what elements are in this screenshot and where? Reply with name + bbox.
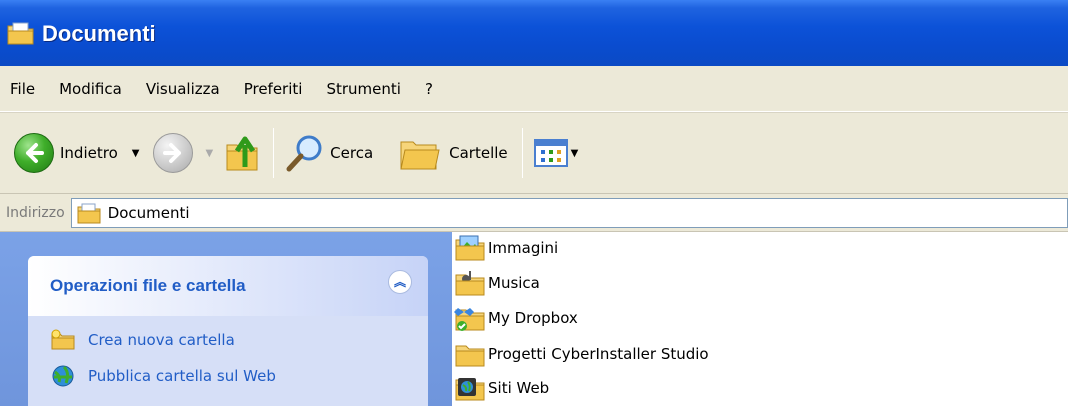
list-item[interactable]: Musica	[454, 267, 540, 299]
websites-folder-icon	[454, 374, 486, 402]
folders-button[interactable]: Cartelle	[397, 132, 508, 174]
toolbar-separator	[521, 128, 523, 178]
menu-strumenti[interactable]: Strumenti	[326, 77, 400, 101]
pictures-folder-icon	[454, 234, 486, 262]
menu-modifica[interactable]: Modifica	[59, 77, 122, 101]
task-panel-header[interactable]: Operazioni file e cartella ︽	[28, 256, 428, 316]
file-name: My Dropbox	[488, 309, 578, 327]
list-item[interactable]: Progetti CyberInstaller Studio	[454, 338, 709, 370]
documents-folder-icon	[6, 20, 36, 46]
dropbox-folder-icon	[454, 304, 486, 332]
task-link-label: Pubblica cartella sul Web	[88, 367, 276, 385]
list-item[interactable]: Siti Web	[454, 372, 549, 404]
task-pane: Operazioni file e cartella ︽ Crea nuova …	[0, 232, 452, 406]
address-field[interactable]: Documenti	[70, 197, 1068, 228]
task-link-label: Crea nuova cartella	[88, 331, 235, 349]
menu-file[interactable]: File	[10, 77, 35, 101]
music-folder-icon	[454, 269, 486, 297]
file-name: Musica	[488, 274, 540, 292]
forward-button[interactable]	[153, 133, 194, 173]
up-folder-button[interactable]	[223, 131, 263, 175]
back-arrow-icon	[14, 133, 54, 173]
menu-preferiti[interactable]: Preferiti	[244, 77, 303, 101]
menu-help[interactable]: ?	[425, 77, 433, 101]
task-panel-title: Operazioni file e cartella	[50, 276, 246, 295]
search-button[interactable]: Cerca	[284, 132, 373, 174]
views-button[interactable]: ▼	[533, 137, 579, 169]
address-label: Indirizzo	[6, 204, 65, 221]
folder-icon	[454, 340, 486, 368]
views-icon	[533, 137, 569, 169]
views-dropdown-icon[interactable]: ▼	[571, 148, 579, 159]
back-dropdown-icon[interactable]: ▼	[132, 148, 140, 159]
forward-dropdown-icon[interactable]: ▼	[205, 148, 213, 159]
task-link-new-folder[interactable]: Crea nuova cartella	[50, 322, 428, 358]
address-value: Documenti	[107, 203, 190, 222]
task-link-publish-web[interactable]: Pubblica cartella sul Web	[50, 358, 428, 394]
menu-visualizza[interactable]: Visualizza	[146, 77, 220, 101]
search-label: Cerca	[330, 144, 374, 162]
new-folder-icon	[50, 329, 76, 351]
address-bar: Indirizzo Documenti	[0, 194, 1068, 232]
back-button[interactable]: Indietro	[14, 133, 118, 173]
file-list: Immagini Musica My Dropbox Progetti Cybe…	[452, 232, 1068, 406]
forward-arrow-icon	[153, 133, 194, 173]
title-bar[interactable]: Documenti	[0, 0, 1068, 66]
list-item[interactable]: My Dropbox	[454, 302, 578, 334]
file-name: Siti Web	[488, 379, 550, 397]
documents-folder-icon	[76, 201, 102, 225]
folders-label: Cartelle	[449, 144, 508, 162]
folders-icon	[397, 132, 443, 174]
file-folder-tasks-panel: Operazioni file e cartella ︽ Crea nuova …	[28, 256, 428, 406]
toolbar: Indietro ▼ ▼ Cerca Cartelle ▼	[0, 112, 1068, 194]
publish-web-icon	[50, 364, 76, 388]
search-icon	[284, 132, 326, 174]
file-name: Immagini	[488, 239, 559, 257]
collapse-chevron-icon[interactable]: ︽	[388, 270, 412, 294]
menu-bar: File Modifica Visualizza Preferiti Strum…	[0, 66, 1068, 112]
back-label: Indietro	[60, 144, 118, 162]
toolbar-separator	[273, 128, 275, 178]
window-title: Documenti	[42, 21, 156, 46]
list-item[interactable]: Immagini	[454, 232, 558, 264]
up-folder-icon	[223, 131, 263, 175]
file-name: Progetti CyberInstaller Studio	[488, 345, 709, 363]
